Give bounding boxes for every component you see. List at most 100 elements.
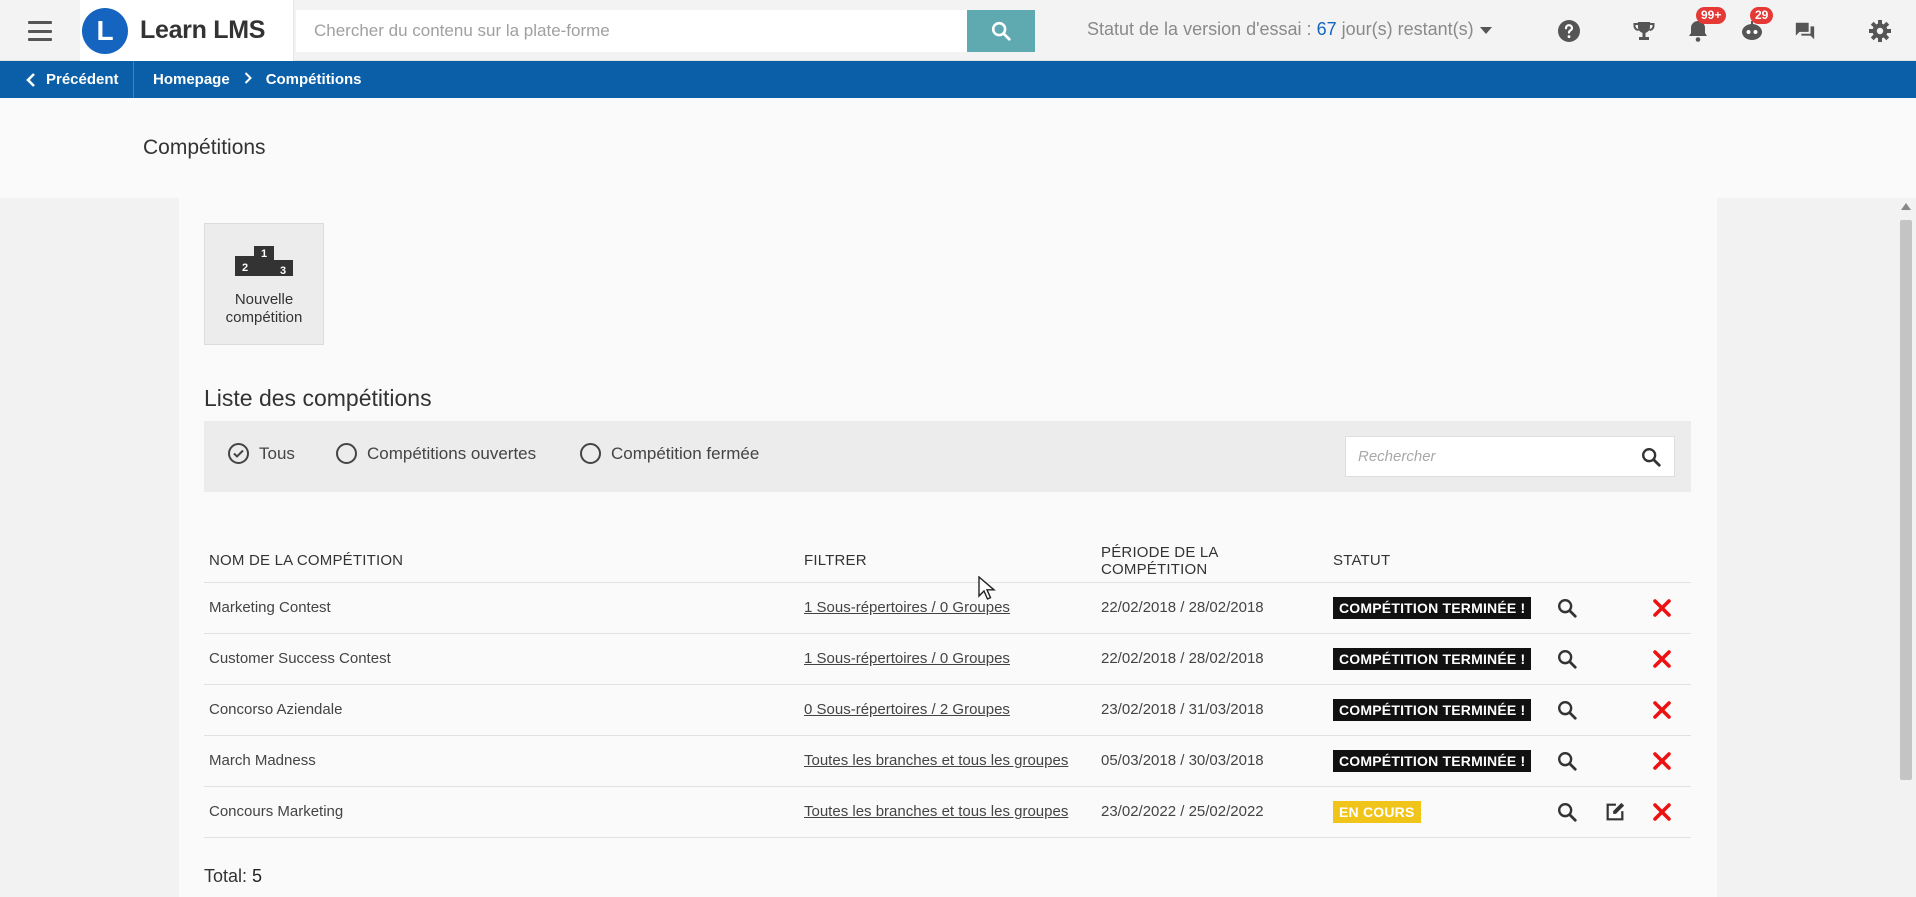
app-logo[interactable]: L Learn LMS xyxy=(80,0,294,61)
edit-icon[interactable] xyxy=(1601,798,1629,826)
view-search-icon[interactable] xyxy=(1553,696,1581,724)
chat-icon[interactable] xyxy=(1791,17,1819,45)
top-bar: L Learn LMS Statut de la version d'essai… xyxy=(0,0,1916,61)
filter-all-radio[interactable]: Tous xyxy=(228,443,295,464)
trial-days: 67 xyxy=(1316,19,1337,39)
column-header-delete xyxy=(1643,540,1691,583)
competition-name: Marketing Contest xyxy=(204,582,799,634)
filter-closed-label: Compétition fermée xyxy=(611,443,760,463)
delete-icon[interactable] xyxy=(1648,696,1676,724)
competition-period: 23/02/2018 / 31/03/2018 xyxy=(1096,684,1328,736)
table-header-row: NOM DE LA COMPÉTITION FILTRER PÉRIODE DE… xyxy=(204,540,1691,583)
back-button[interactable]: Précédent xyxy=(0,61,134,98)
delete-icon[interactable] xyxy=(1648,594,1676,622)
notifications-bell-icon[interactable]: 99+ xyxy=(1684,7,1727,45)
total-label: Total: xyxy=(204,866,253,886)
app-name: Learn LMS xyxy=(140,16,266,44)
messages-badge: 29 xyxy=(1750,7,1774,24)
trial-status-dropdown[interactable]: Statut de la version d'essai : 67 jour(s… xyxy=(1087,19,1492,40)
filter-bar: Tous Compétitions ouvertes Compétition f… xyxy=(204,421,1691,492)
list-search-input[interactable] xyxy=(1346,437,1626,476)
column-header-name: NOM DE LA COMPÉTITION xyxy=(204,540,799,583)
status-badge: COMPÉTITION TERMINÉE ! xyxy=(1333,647,1532,670)
view-search-icon[interactable] xyxy=(1553,798,1581,826)
scrollbar-thumb[interactable] xyxy=(1900,220,1912,780)
back-label: Précédent xyxy=(46,71,119,88)
table-row: Customer Success Contest 1 Sous-répertoi… xyxy=(204,633,1691,685)
table-row: Concorso Aziendale 0 Sous-répertoires / … xyxy=(204,684,1691,736)
delete-icon[interactable] xyxy=(1648,645,1676,673)
column-header-filter: FILTRER xyxy=(799,540,1096,583)
competition-filter-link[interactable]: Toutes les branches et tous les groupes xyxy=(804,752,1068,769)
view-search-icon[interactable] xyxy=(1553,645,1581,673)
breadcrumb-home[interactable]: Homepage xyxy=(153,71,230,88)
total-value: 5 xyxy=(252,866,263,886)
new-competition-label-line2: compétition xyxy=(225,309,303,326)
competition-name: Concorso Aziendale xyxy=(204,684,799,736)
global-search-button[interactable] xyxy=(967,10,1035,52)
column-header-status: STATUT xyxy=(1328,540,1548,583)
trial-status-suffix: jour(s) restant(s) xyxy=(1336,19,1474,39)
notifications-badge: 99+ xyxy=(1696,7,1727,24)
list-title: Liste des compétitions xyxy=(204,385,432,411)
new-competition-label: Nouvelle compétition xyxy=(205,291,323,327)
podium-first: 1 xyxy=(261,248,267,260)
global-search-input[interactable] xyxy=(296,10,967,52)
menu-icon[interactable] xyxy=(22,18,58,44)
competition-period: 22/02/2018 / 28/02/2018 xyxy=(1096,582,1328,634)
podium-icon: 2 1 3 xyxy=(235,246,293,276)
column-header-period: PÉRIODE DE LA COMPÉTITION xyxy=(1096,540,1328,583)
table-row: March Madness Toutes les branches et tou… xyxy=(204,735,1691,787)
podium-second: 2 xyxy=(242,262,248,274)
competition-name: Customer Success Contest xyxy=(204,633,799,685)
filter-closed-radio[interactable]: Compétition fermée xyxy=(580,443,759,464)
help-icon[interactable] xyxy=(1555,17,1583,45)
delete-icon[interactable] xyxy=(1648,747,1676,775)
page-header: Compétitions xyxy=(0,98,1916,198)
view-search-icon[interactable] xyxy=(1553,594,1581,622)
podium-third: 3 xyxy=(280,265,286,276)
competition-filter-link[interactable]: 0 Sous-répertoires / 2 Groupes xyxy=(804,701,1010,718)
caret-down-icon xyxy=(1479,26,1492,34)
chevron-left-icon xyxy=(26,72,35,87)
competition-name: March Madness xyxy=(204,735,799,787)
new-competition-button[interactable]: 2 1 3 Nouvelle compétition xyxy=(204,223,324,345)
list-search-box xyxy=(1345,436,1675,477)
total-count: Total: 5 xyxy=(204,866,262,887)
competition-filter-link[interactable]: Toutes les branches et tous les groupes xyxy=(804,803,1068,820)
competition-name: Concours Marketing xyxy=(204,786,799,838)
page-title: Compétitions xyxy=(143,136,266,159)
new-competition-label-line1: Nouvelle xyxy=(234,291,294,308)
table-row: Marketing Contest 1 Sous-répertoires / 0… xyxy=(204,582,1691,634)
settings-gear-icon[interactable] xyxy=(1866,17,1894,45)
filter-all-label: Tous xyxy=(259,443,295,463)
competition-period: 22/02/2018 / 28/02/2018 xyxy=(1096,633,1328,685)
breadcrumb: Homepage Compétitions xyxy=(153,61,362,98)
trial-status-prefix: Statut de la version d'essai : xyxy=(1087,19,1317,39)
status-badge: COMPÉTITION TERMINÉE ! xyxy=(1333,749,1532,772)
search-icon[interactable] xyxy=(1640,446,1662,473)
column-header-edit xyxy=(1596,540,1643,583)
column-header-view xyxy=(1548,540,1596,583)
status-badge: EN COURS xyxy=(1333,800,1421,823)
competition-filter-link[interactable]: 1 Sous-répertoires / 0 Groupes xyxy=(804,650,1010,667)
status-badge: COMPÉTITION TERMINÉE ! xyxy=(1333,698,1532,721)
breadcrumb-current: Compétitions xyxy=(265,71,362,88)
filter-open-radio[interactable]: Compétitions ouvertes xyxy=(336,443,536,464)
status-badge: COMPÉTITION TERMINÉE ! xyxy=(1333,596,1532,619)
table-row: Concours Marketing Toutes les branches e… xyxy=(204,786,1691,838)
filter-open-label: Compétitions ouvertes xyxy=(367,443,537,463)
robot-assistant-icon[interactable]: 29 xyxy=(1738,7,1774,45)
view-search-icon[interactable] xyxy=(1553,747,1581,775)
trophy-icon[interactable] xyxy=(1630,17,1658,45)
radio-empty-icon xyxy=(580,443,601,464)
mouse-cursor-icon xyxy=(978,576,996,600)
search-icon xyxy=(991,21,1011,41)
delete-icon[interactable] xyxy=(1648,798,1676,826)
competition-period: 05/03/2018 / 30/03/2018 xyxy=(1096,735,1328,787)
breadcrumb-bar: Précédent Homepage Compétitions xyxy=(0,61,1916,98)
competitions-table: NOM DE LA COMPÉTITION FILTRER PÉRIODE DE… xyxy=(204,540,1691,838)
competition-period: 23/02/2022 / 25/02/2022 xyxy=(1096,786,1328,838)
chevron-right-icon xyxy=(244,71,252,88)
scroll-up-arrow-icon[interactable] xyxy=(1901,203,1911,210)
